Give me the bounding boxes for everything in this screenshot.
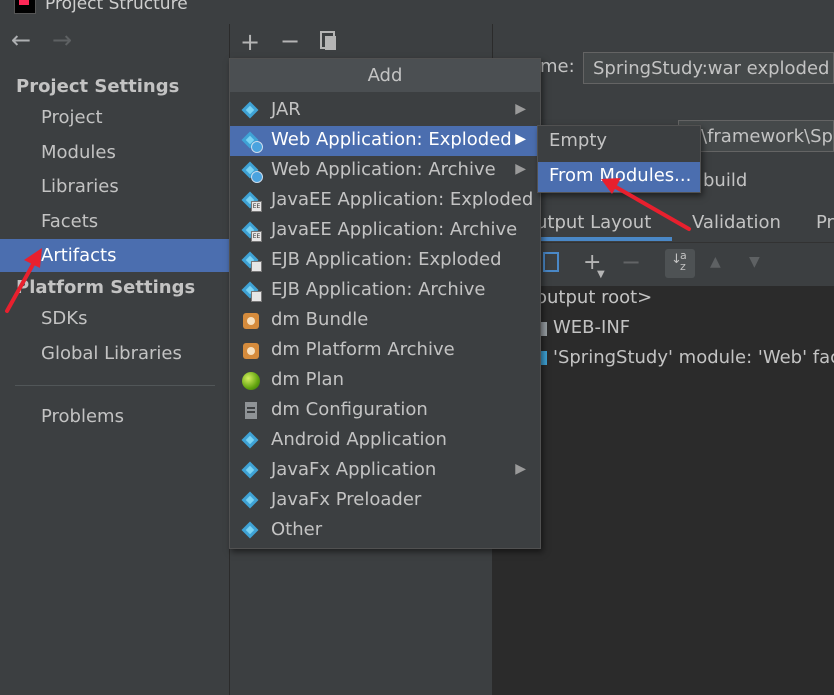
annotation-arrows — [5, 178, 691, 313]
annotation-arrow-from-modules — [601, 178, 691, 231]
annotation-arrow-artifacts — [5, 248, 42, 313]
